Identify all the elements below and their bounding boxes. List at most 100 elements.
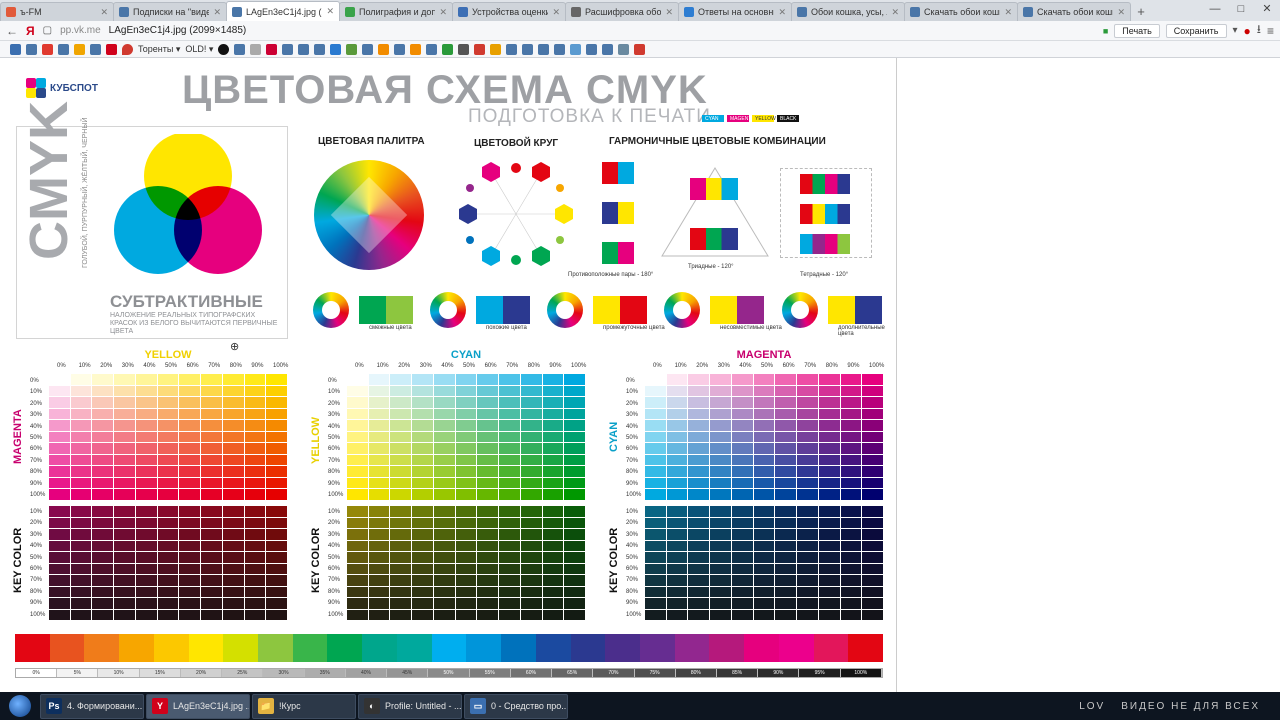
taskbar-item[interactable]: Y LAgEn3eC1j4.jpg ...: [146, 693, 250, 719]
close-icon[interactable]: ✕: [891, 7, 899, 18]
color-cell: [455, 420, 477, 431]
color-cell: [92, 517, 114, 528]
bookmark-icon[interactable]: [490, 43, 502, 55]
taskbar-item[interactable]: Ps 4. Формировани...: [40, 693, 144, 719]
adblock-icon[interactable]: ●: [1244, 24, 1251, 38]
chevron-down-icon[interactable]: ▾: [1233, 25, 1238, 36]
start-button[interactable]: [2, 693, 38, 719]
color-cell: [222, 385, 244, 397]
print-button[interactable]: Печать: [1114, 23, 1160, 38]
color-cell: [347, 454, 368, 466]
back-icon[interactable]: ←: [6, 24, 18, 38]
browser-tab[interactable]: Ответы на основные ✕: [678, 2, 792, 21]
browser-tab[interactable]: LAgEn3eC1j4.jpg (209 ✕: [226, 1, 340, 21]
color-cell: [564, 385, 585, 397]
close-icon[interactable]: ✕: [552, 7, 560, 18]
bookmark-icon[interactable]: [394, 43, 406, 55]
color-cell: [775, 489, 797, 500]
color-cell: [542, 540, 564, 551]
color-cell: [666, 517, 688, 528]
taskbar-item[interactable]: ◐ Profile: Untitled - ...: [358, 693, 462, 719]
bookmark-icon[interactable]: [58, 43, 69, 55]
bookmark-icon[interactable]: [10, 43, 21, 55]
download-icon[interactable]: ⭳: [1257, 20, 1261, 41]
bookmark-icon[interactable]: [330, 43, 342, 55]
bookmark-icon[interactable]: [250, 43, 262, 55]
bookmark-icon[interactable]: [586, 43, 598, 55]
color-cell: [818, 563, 840, 574]
close-window-icon[interactable]: ✕: [1254, 0, 1280, 21]
bookmark-icon[interactable]: [474, 43, 486, 55]
color-cell: [775, 420, 797, 431]
browser-tab[interactable]: Расшифровка обозн✕: [565, 2, 679, 21]
bookmark-icon[interactable]: [634, 43, 646, 55]
browser-tab[interactable]: Скачать обои кошка ✕: [904, 2, 1018, 21]
map-pin-icon[interactable]: [122, 43, 133, 55]
close-icon[interactable]: ✕: [778, 7, 786, 18]
bookmark-icon[interactable]: [442, 43, 454, 55]
bookmark-icon[interactable]: [506, 43, 518, 55]
close-icon[interactable]: ✕: [213, 7, 221, 18]
bookmark-icon[interactable]: [74, 43, 85, 55]
image-viewer[interactable]: КУБСПОТ ЦВЕТОВАЯ СХЕМА CMYK ПОДГОТОВКА К…: [0, 58, 897, 692]
bookmark-folder-old[interactable]: OLD! ▾: [185, 44, 213, 55]
close-icon[interactable]: ✕: [1004, 7, 1012, 18]
bookmark-icon[interactable]: [362, 43, 374, 55]
save-button[interactable]: Сохранить: [1165, 23, 1227, 38]
color-cell: [731, 374, 753, 385]
close-icon[interactable]: ✕: [100, 7, 108, 18]
bookmark-icon[interactable]: [426, 43, 438, 55]
bookmark-icon[interactable]: [618, 43, 630, 55]
bookmark-icon[interactable]: [554, 43, 566, 55]
bookmark-icon[interactable]: [90, 43, 101, 55]
bookmark-icon[interactable]: [266, 43, 278, 55]
color-cell: [114, 374, 135, 385]
yandex-icon[interactable]: Я: [26, 24, 35, 38]
bookmark-icon[interactable]: [378, 43, 390, 55]
taskbar-item[interactable]: 📁 !Курс: [252, 693, 356, 719]
color-cell: [520, 420, 542, 431]
bookmark-icon[interactable]: [346, 43, 358, 55]
bookmark-icon[interactable]: [26, 43, 37, 55]
taskbar-item[interactable]: ▭ 0 - Средство про...: [464, 693, 568, 719]
url-host[interactable]: pp.vk.me: [60, 25, 101, 36]
browser-tab[interactable]: ъ-FM ✕: [0, 2, 114, 21]
maximize-icon[interactable]: □: [1228, 0, 1254, 21]
browser-tab[interactable]: Подписки на "видео ✕: [113, 2, 227, 21]
browser-tab[interactable]: Скачать обои кошка, ✕: [1017, 2, 1131, 21]
url-path[interactable]: LAgEn3eC1j4.jpg (2099×1485): [109, 25, 247, 36]
grid-key-cyan: [347, 506, 585, 620]
color-cell: [477, 517, 499, 528]
bookmark-icon[interactable]: [410, 43, 422, 55]
gray-step: 70%: [593, 669, 635, 677]
bookmark-icon[interactable]: [538, 43, 550, 55]
color-cell: [520, 575, 542, 586]
bookmark-icon[interactable]: [42, 43, 53, 55]
bookmark-icon[interactable]: [458, 43, 470, 55]
bookmark-icon[interactable]: [602, 43, 614, 55]
close-icon[interactable]: ✕: [665, 7, 673, 18]
bookmark-icon[interactable]: [298, 43, 310, 55]
minimize-icon[interactable]: —: [1202, 0, 1228, 21]
bookmark-icon[interactable]: [282, 43, 294, 55]
color-cell: [244, 374, 266, 385]
bookmark-icon[interactable]: [522, 43, 534, 55]
menu-icon[interactable]: ≡: [1267, 24, 1274, 38]
bookmark-icon[interactable]: [218, 43, 230, 55]
browser-tab[interactable]: Обои кошка, усы, лет ✕: [791, 2, 905, 21]
bookmark-icon[interactable]: [234, 43, 246, 55]
color-cell: [135, 385, 157, 397]
close-icon[interactable]: ✕: [326, 6, 334, 17]
bookmark-icon[interactable]: [106, 43, 117, 55]
zoom-icon[interactable]: ⊕: [230, 340, 239, 353]
close-icon[interactable]: ✕: [1117, 7, 1125, 18]
bookmark-icon[interactable]: [570, 43, 582, 55]
browser-tab[interactable]: Устройства оценки ц✕: [452, 2, 566, 21]
close-icon[interactable]: ✕: [439, 7, 447, 18]
bookmark-icon[interactable]: [314, 43, 326, 55]
gray-step: 15%: [139, 669, 181, 677]
bookmark-folder-torrents[interactable]: Торенты ▾: [138, 44, 180, 55]
browser-tab[interactable]: Полиграфия и допеч ✕: [339, 2, 453, 21]
color-cell: [157, 420, 179, 431]
new-tab-button[interactable]: +: [1130, 2, 1152, 21]
